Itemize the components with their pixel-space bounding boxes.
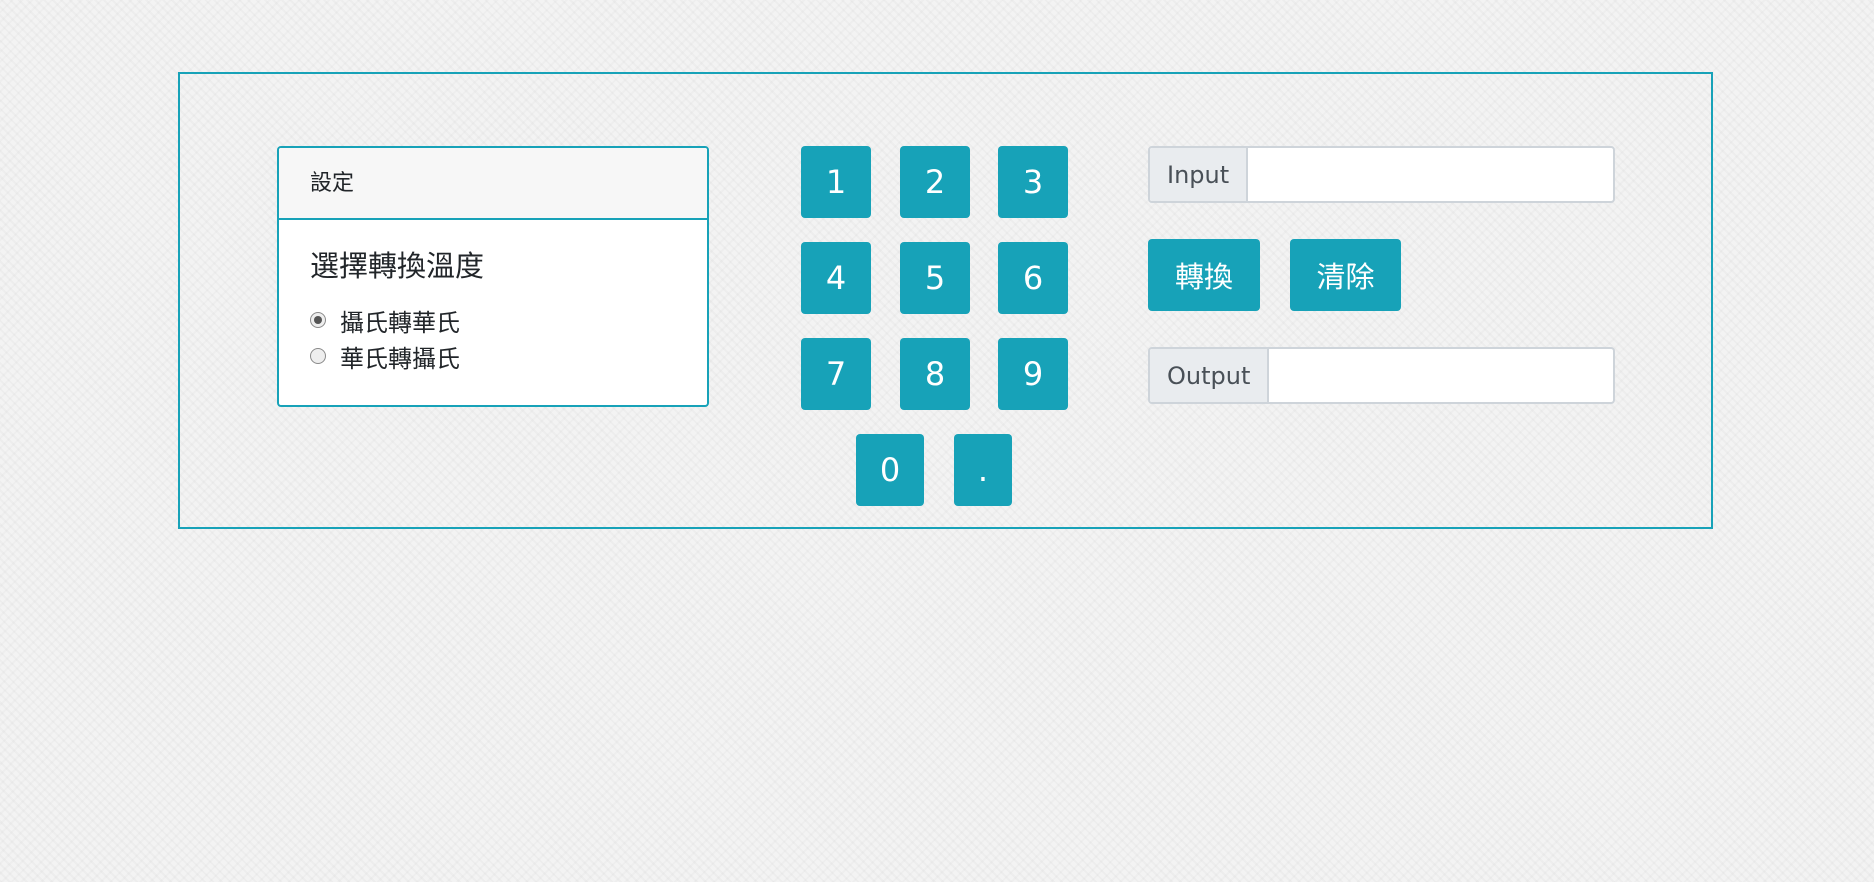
key-2[interactable]: 2: [900, 146, 970, 218]
key-4[interactable]: 4: [801, 242, 871, 314]
key-6[interactable]: 6: [998, 242, 1068, 314]
output-label: Output: [1150, 349, 1270, 402]
settings-body: 選擇轉換溫度 攝氏轉華氏 華氏轉攝氏: [279, 220, 707, 374]
input-label: Input: [1150, 148, 1249, 201]
key-0[interactable]: 0: [856, 434, 924, 506]
settings-header: 設定: [279, 148, 707, 220]
clear-button[interactable]: 清除: [1290, 239, 1401, 311]
radio-c-to-f-button[interactable]: [310, 312, 326, 328]
key-9[interactable]: 9: [998, 338, 1068, 410]
convert-button[interactable]: 轉換: [1148, 239, 1260, 311]
radio-f-to-c[interactable]: 華氏轉攝氏: [310, 338, 707, 374]
key-1[interactable]: 1: [801, 146, 871, 218]
radio-c-to-f[interactable]: 攝氏轉華氏: [310, 302, 707, 338]
output-field[interactable]: [1269, 349, 1613, 402]
radio-f-to-c-label: 華氏轉攝氏: [340, 344, 460, 373]
radio-f-to-c-button[interactable]: [310, 348, 326, 364]
key-3[interactable]: 3: [998, 146, 1068, 218]
key-7[interactable]: 7: [801, 338, 871, 410]
conversion-title: 選擇轉換溫度: [310, 249, 485, 283]
key-8[interactable]: 8: [900, 338, 970, 410]
input-group: Input: [1148, 146, 1615, 203]
key-5[interactable]: 5: [900, 242, 970, 314]
radio-c-to-f-label: 攝氏轉華氏: [340, 308, 460, 337]
output-group: Output: [1148, 347, 1615, 404]
settings-card: 設定 選擇轉換溫度 攝氏轉華氏 華氏轉攝氏: [277, 146, 709, 407]
input-field[interactable]: [1248, 148, 1613, 201]
key-decimal[interactable]: .: [954, 434, 1012, 506]
